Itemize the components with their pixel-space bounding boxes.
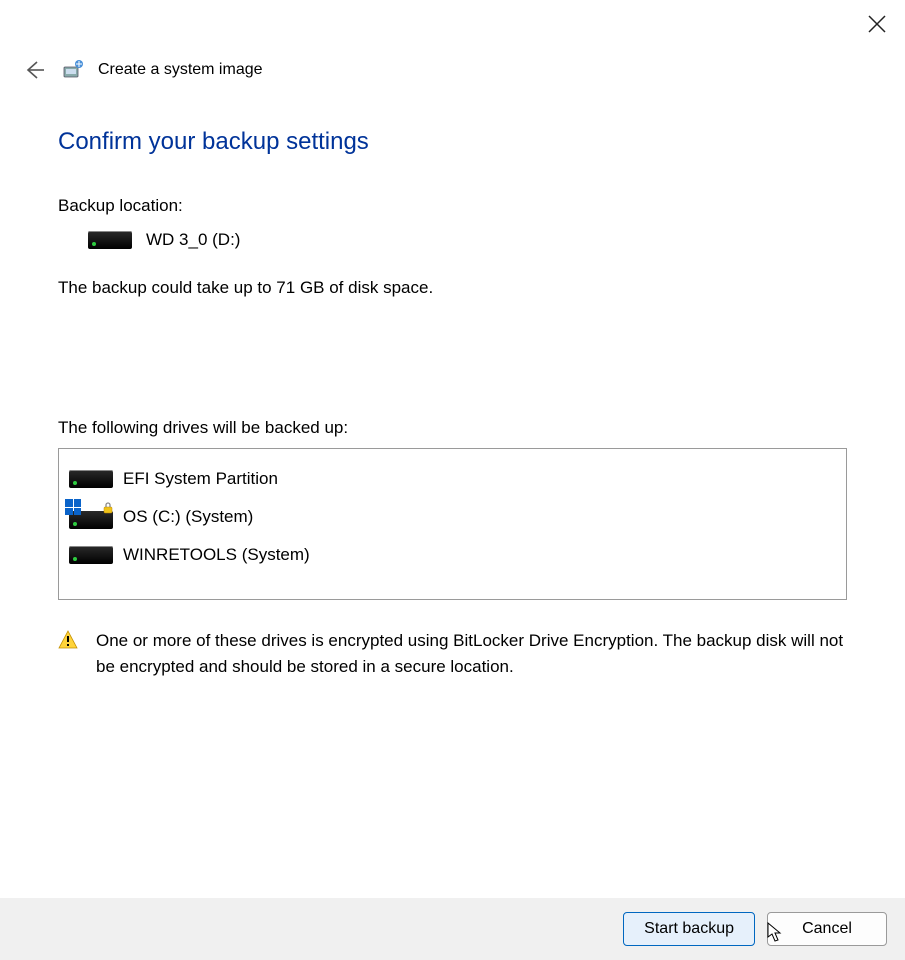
backup-size-note: The backup could take up to 71 GB of dis… [58, 278, 847, 298]
start-backup-button[interactable]: Start backup [623, 912, 755, 946]
back-button[interactable] [20, 56, 48, 84]
arrow-left-icon [22, 58, 46, 82]
drive-list-item: WINRETOOLS (System) [69, 537, 836, 573]
bitlocker-warning: One or more of these drives is encrypted… [58, 628, 847, 679]
backup-location-label: Backup location: [58, 196, 847, 216]
wizard-header: Create a system image [20, 56, 263, 84]
warning-text: One or more of these drives is encrypted… [96, 628, 847, 679]
drive-name: OS (C:) (System) [123, 507, 253, 527]
drive-icon [69, 470, 113, 488]
drive-name: EFI System Partition [123, 469, 278, 489]
wizard-title: Create a system image [98, 61, 263, 79]
drive-list-item: EFI System Partition [69, 461, 836, 497]
drive-list-item: OS (C:) (System) [69, 497, 836, 537]
close-icon [867, 14, 887, 34]
drive-locked-icon [69, 505, 113, 529]
drive-icon [88, 231, 132, 249]
wizard-window: Create a system image Confirm your backu… [0, 0, 905, 960]
warning-icon [58, 630, 78, 650]
drives-list-heading: The following drives will be backed up: [58, 418, 847, 438]
cancel-button[interactable]: Cancel [767, 912, 887, 946]
drive-icon [69, 546, 113, 564]
drive-name: WINRETOOLS (System) [123, 545, 310, 565]
backup-location-row: WD 3_0 (D:) [88, 230, 847, 250]
system-image-icon [62, 59, 84, 81]
close-button[interactable] [867, 14, 887, 34]
wizard-footer: Start backup Cancel [0, 898, 905, 960]
drives-list: EFI System Partition OS (C:) (System) WI… [58, 448, 847, 600]
wizard-content: Confirm your backup settings Backup loca… [58, 128, 847, 679]
page-heading: Confirm your backup settings [58, 128, 847, 156]
backup-location-drive: WD 3_0 (D:) [146, 230, 240, 250]
